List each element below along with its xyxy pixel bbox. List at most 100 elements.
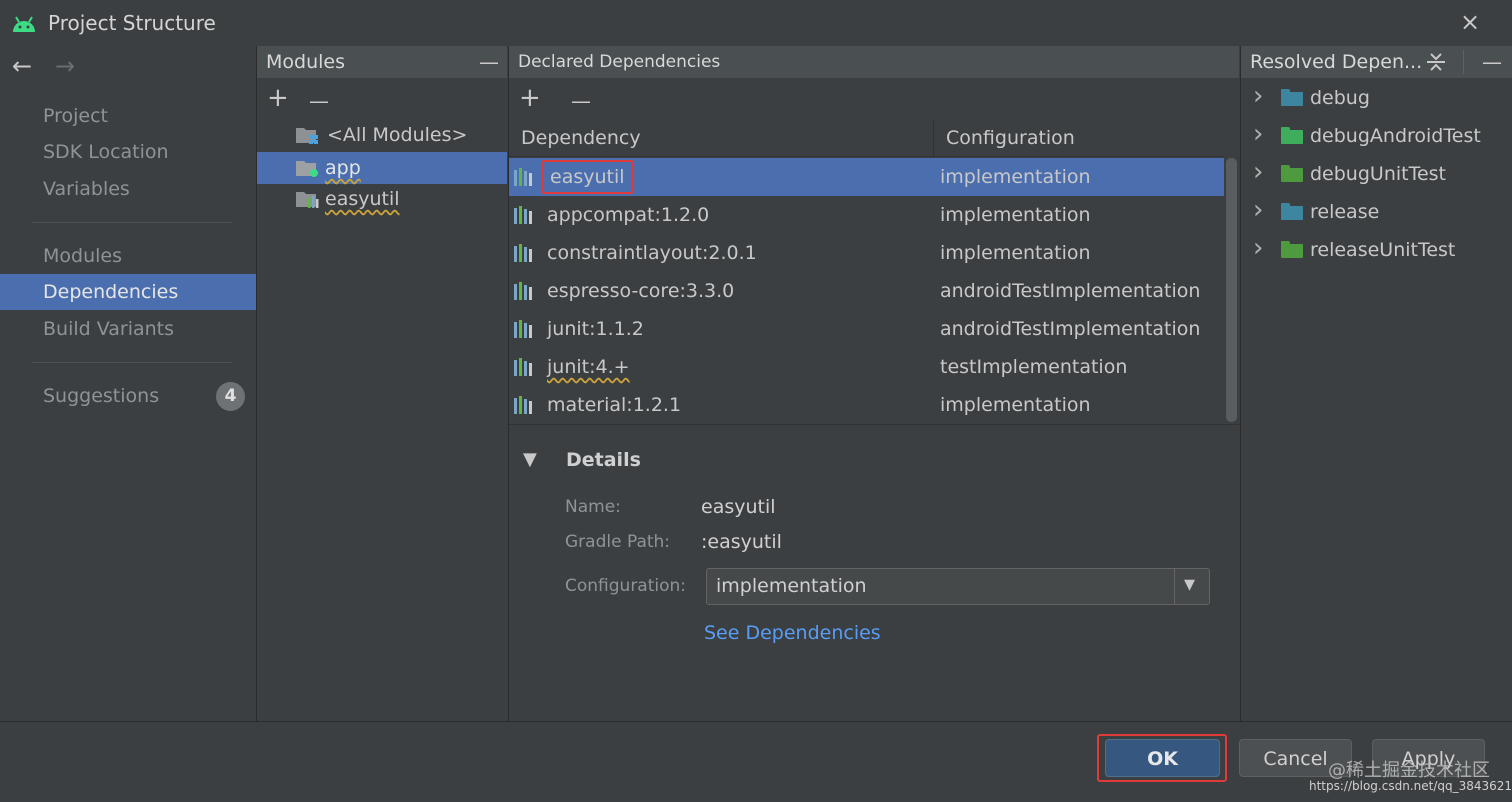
dependency-name: material:1.2.1 [547, 394, 682, 416]
title-bar: Project Structure × [0, 0, 1512, 47]
details-collapse-toggle-icon[interactable]: ▼ [523, 449, 537, 470]
collapse-icon[interactable]: — [479, 49, 499, 75]
chevron-right-icon[interactable]: › [1253, 115, 1263, 153]
details-divider [509, 424, 1239, 425]
resolved-item-label: debugAndroidTest [1310, 125, 1481, 147]
collapse-all-icon[interactable] [1425, 51, 1447, 73]
library-icon [514, 358, 536, 376]
nav-item-variables[interactable]: Variables [0, 171, 256, 207]
details-title: Details [566, 449, 641, 471]
add-dependency-icon[interactable]: + [519, 85, 541, 111]
modules-panel: Modules — + — <All Modules> app easyutil [257, 46, 509, 721]
nav-item-dependencies[interactable]: Dependencies [0, 274, 256, 310]
resolved-header: Resolved Depen... [1241, 46, 1512, 78]
dependency-row[interactable]: espresso-core:3.3.0 androidTestImplementa… [509, 272, 1224, 310]
chevron-right-icon[interactable]: › [1253, 153, 1263, 191]
resolved-tree-item[interactable]: › debugAndroidTest [1241, 117, 1512, 155]
folder-icon [1281, 241, 1303, 258]
configuration-label: Configuration: [565, 576, 687, 596]
resolved-item-label: release [1310, 201, 1380, 223]
gradle-path-label: Gradle Path: [565, 532, 671, 552]
nav-divider [32, 362, 232, 363]
dependency-name: junit:4.+ [547, 356, 630, 378]
column-header-dependency[interactable]: Dependency [509, 119, 934, 157]
name-label: Name: [565, 497, 621, 517]
configuration-dropdown-value: implementation [716, 575, 867, 597]
chevron-right-icon[interactable]: › [1253, 229, 1263, 267]
folder-icon [1281, 165, 1303, 182]
watermark-url: https://blog.csdn.net/qq_38436214 [1309, 779, 1512, 793]
declared-header-label: Declared Dependencies [518, 52, 721, 72]
resolved-tree-item[interactable]: › releaseUnitTest [1241, 231, 1512, 269]
nav-item-modules[interactable]: Modules [0, 238, 256, 274]
close-icon[interactable]: × [1460, 8, 1480, 36]
dependency-configuration: implementation [940, 204, 1091, 226]
dependency-name: espresso-core:3.3.0 [547, 280, 735, 302]
dependency-configuration: implementation [940, 242, 1091, 264]
name-value: easyutil [701, 496, 776, 518]
ok-button[interactable]: OK [1105, 739, 1220, 777]
chevron-right-icon[interactable]: › [1253, 191, 1263, 229]
folder-icon [1281, 127, 1303, 144]
chevron-right-icon[interactable]: › [1253, 77, 1263, 115]
collapse-panel-icon[interactable]: — [1482, 49, 1502, 75]
nav-item-project[interactable]: Project [0, 98, 256, 134]
nav-item-sdk-location[interactable]: SDK Location [0, 134, 256, 170]
module-item-app[interactable]: app [257, 152, 507, 184]
library-icon [514, 396, 536, 414]
window-title: Project Structure [48, 11, 216, 35]
dependency-name: junit:1.1.2 [547, 318, 644, 340]
dependency-row[interactable]: junit:4.+ testImplementation [509, 348, 1224, 386]
configuration-dropdown[interactable]: implementation ▾ [706, 568, 1210, 605]
chevron-down-icon: ▾ [1184, 572, 1196, 597]
module-dependency-icon [514, 168, 536, 186]
android-logo-icon [13, 16, 35, 32]
see-dependencies-link[interactable]: See Dependencies [704, 622, 881, 644]
dependency-name: constraintlayout:2.0.1 [547, 242, 757, 264]
dependency-row[interactable]: junit:1.1.2 androidTestImplementation [509, 310, 1224, 348]
declared-header: Declared Dependencies [509, 46, 1239, 78]
library-icon [514, 206, 536, 224]
module-label: app [325, 157, 361, 179]
column-header-configuration[interactable]: Configuration [934, 119, 1224, 157]
modules-header: Modules [257, 46, 507, 78]
dependency-configuration: androidTestImplementation [940, 318, 1201, 340]
dependency-configuration: implementation [940, 394, 1091, 416]
android-module-icon [296, 161, 318, 177]
resolved-item-label: releaseUnitTest [1310, 239, 1456, 261]
suggestions-count-badge: 4 [216, 382, 245, 411]
library-icon [514, 244, 536, 262]
resolved-tree-item[interactable]: › debug [1241, 79, 1512, 117]
module-item-easyutil[interactable]: easyutil [257, 183, 507, 215]
remove-module-icon[interactable]: — [309, 88, 329, 114]
resolved-item-label: debugUnitTest [1310, 163, 1447, 185]
dependency-row[interactable]: easyutil implementation [509, 158, 1224, 196]
dependency-row[interactable]: appcompat:1.2.0 implementation [509, 196, 1224, 234]
library-icon [514, 282, 536, 300]
modules-header-label: Modules [266, 51, 345, 73]
remove-dependency-icon[interactable]: — [571, 88, 591, 114]
module-item-all-modules[interactable]: <All Modules> [257, 119, 507, 151]
add-module-icon[interactable]: + [267, 85, 289, 111]
dependency-row[interactable]: constraintlayout:2.0.1 implementation [509, 234, 1224, 272]
forward-arrow-icon[interactable]: → [55, 52, 75, 80]
folder-icon [1281, 203, 1303, 220]
resolved-tree-item[interactable]: › debugUnitTest [1241, 155, 1512, 193]
module-label: <All Modules> [327, 124, 468, 146]
dropdown-divider [1174, 569, 1175, 604]
resolved-header-label: Resolved Depen... [1250, 51, 1423, 73]
dependency-configuration: testImplementation [940, 356, 1128, 378]
button-bar: OK Cancel Apply @稀土掘金技术社区 https://blog.c… [0, 721, 1512, 802]
declared-dependencies-panel: Declared Dependencies + — Dependency Con… [509, 46, 1241, 721]
all-modules-icon [296, 128, 318, 144]
library-module-icon [296, 192, 319, 208]
resolved-tree-item[interactable]: › release [1241, 193, 1512, 231]
gradle-path-value: :easyutil [701, 531, 782, 553]
dependency-name: easyutil [542, 160, 633, 194]
back-arrow-icon[interactable]: ← [12, 52, 32, 80]
table-scrollbar[interactable] [1226, 158, 1237, 422]
resolved-item-label: debug [1310, 87, 1370, 109]
dependency-row[interactable]: material:1.2.1 implementation [509, 386, 1224, 424]
nav-item-build-variants[interactable]: Build Variants [0, 311, 256, 347]
resolved-dependencies-panel: Resolved Depen... — › debug › debugAndroidT… [1241, 46, 1512, 721]
